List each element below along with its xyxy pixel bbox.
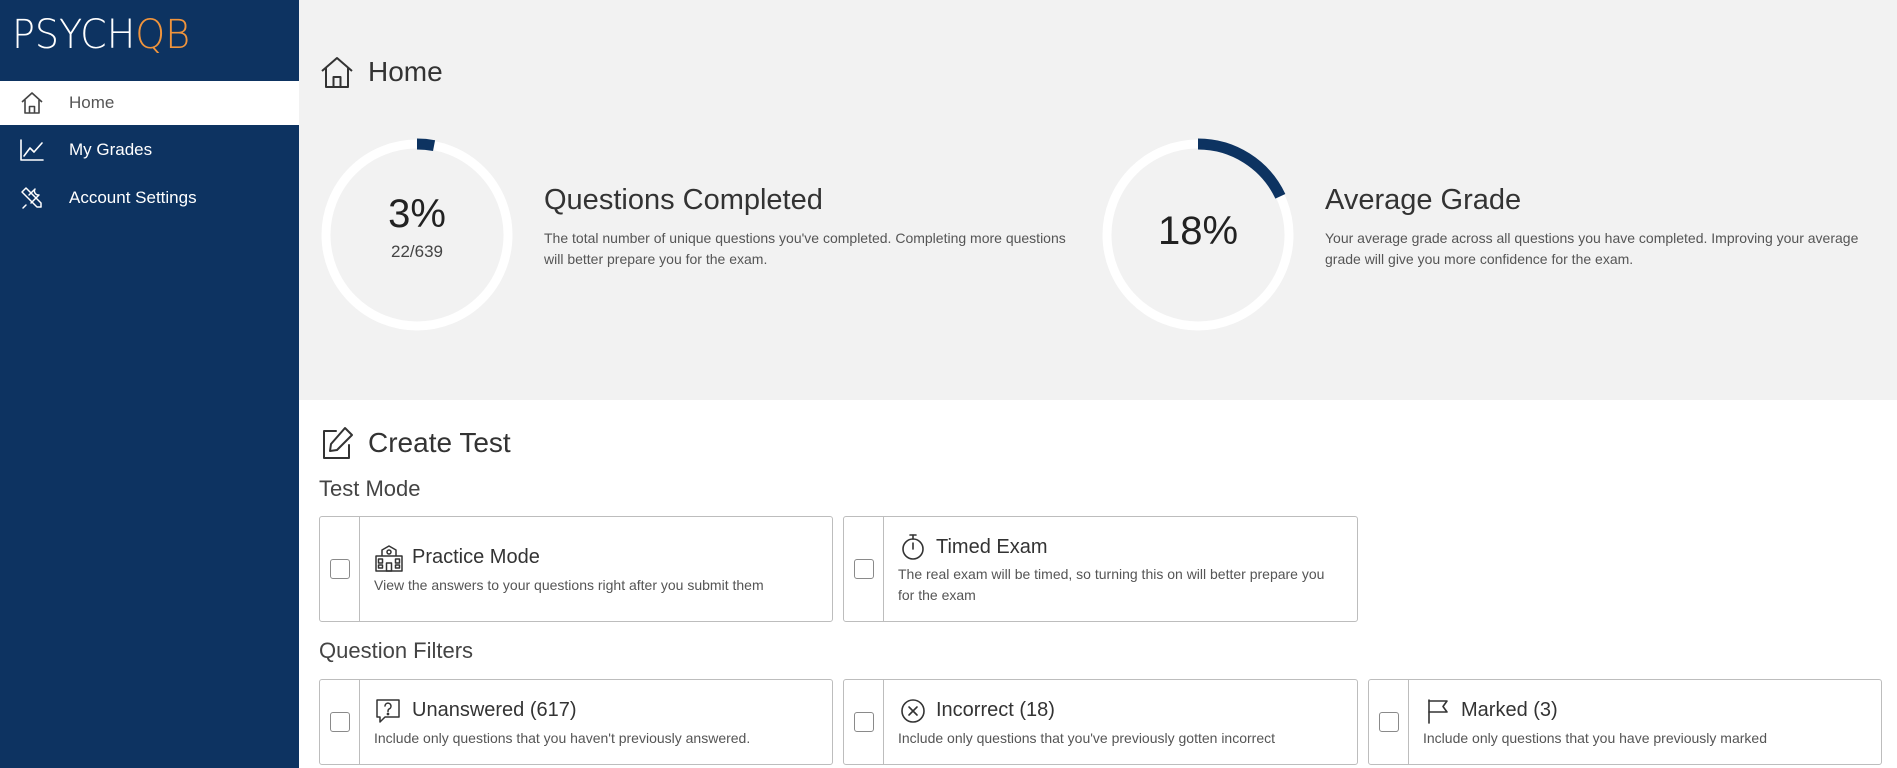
option-description: Include only questions that you haven't … <box>374 729 751 746</box>
sidebar-item-my-grades[interactable]: My Grades <box>0 128 299 172</box>
checkbox-cell <box>844 517 884 621</box>
option-body: Unanswered (617) Include only questions … <box>360 680 764 764</box>
description-line: The total number of unique questions you… <box>544 230 1066 246</box>
option-title-row: Unanswered (617) <box>374 696 750 726</box>
flag-icon <box>1423 696 1453 726</box>
description-line: Your average grade across all questions … <box>1325 230 1859 246</box>
chart-line-icon <box>16 134 48 166</box>
practice-mode-option[interactable]: Practice Mode View the answers to your q… <box>319 516 833 622</box>
average-grade-percent: 18% <box>1157 209 1239 253</box>
sidebar-item-account-settings[interactable]: Account Settings <box>0 176 299 220</box>
option-title: Marked (3) <box>1461 699 1558 721</box>
sidebar-item-label: Home <box>69 93 115 112</box>
option-title-row: Incorrect (18) <box>898 696 1275 726</box>
practice-mode-checkbox[interactable] <box>329 559 350 579</box>
page-title: Home <box>368 56 443 87</box>
create-test-panel: Create Test Test Mode Practice Mode View… <box>299 400 1897 768</box>
option-title: Incorrect (18) <box>936 699 1055 721</box>
checkbox-cell <box>1369 680 1409 764</box>
option-title: Practice Mode <box>412 546 540 568</box>
description-line: grade will give you more confidence for … <box>1325 251 1634 267</box>
option-title: Unanswered (617) <box>412 699 577 721</box>
question-filters-heading: Question Filters <box>319 638 474 663</box>
questions-completed-fraction: 22/639 <box>391 242 443 261</box>
tools-icon <box>16 182 48 214</box>
stopwatch-icon <box>898 532 928 562</box>
option-description: View the answers to your questions right… <box>374 576 764 593</box>
sidebar: PSYCHQB Home My Grades Account Settings <box>0 0 299 768</box>
option-body: Marked (3) Include only questions that y… <box>1409 680 1781 764</box>
option-title-row: Marked (3) <box>1423 696 1767 726</box>
option-body: Timed Exam The real exam will be timed, … <box>884 517 1338 621</box>
timed-exam-checkbox[interactable] <box>853 559 874 579</box>
marked-checkbox[interactable] <box>1378 712 1399 732</box>
description-line: The real exam will be timed, so turning … <box>898 566 1325 582</box>
option-title: Timed Exam <box>936 535 1048 558</box>
questions-completed-ring: 3% 22/639 <box>319 137 515 333</box>
home-stats-panel: Home 3% 22/639 Questions Completed The t… <box>299 0 1897 400</box>
option-body: Practice Mode View the answers to your q… <box>360 517 778 621</box>
average-grade-description: Your average grade across all questions … <box>1325 228 1858 270</box>
sidebar-item-label: My Grades <box>69 140 153 159</box>
option-description: The real exam will be timed, so turning … <box>898 564 1324 606</box>
questions-completed-percent: 3% <box>388 192 446 236</box>
option-body: Incorrect (18) Include only questions th… <box>884 680 1289 764</box>
sidebar-item-label: Account Settings <box>69 188 197 207</box>
section-title: Create Test <box>368 427 511 458</box>
app-logo[interactable]: PSYCHQB <box>12 12 190 58</box>
checkbox-cell <box>844 680 884 764</box>
logo-accent: QB <box>135 12 191 58</box>
sidebar-item-home[interactable]: Home <box>0 81 299 125</box>
checkbox-cell <box>320 680 360 764</box>
questions-completed-title: Questions Completed <box>544 184 823 216</box>
school-icon <box>374 543 404 573</box>
timed-exam-option[interactable]: Timed Exam The real exam will be timed, … <box>843 516 1358 622</box>
incorrect-checkbox[interactable] <box>853 712 874 732</box>
filter-marked-option[interactable]: Marked (3) Include only questions that y… <box>1368 679 1882 765</box>
home-header: Home <box>318 53 443 91</box>
home-icon <box>16 87 48 119</box>
create-test-header: Create Test <box>318 424 511 462</box>
option-title-row: Practice Mode <box>374 543 764 573</box>
filter-unanswered-option[interactable]: Unanswered (617) Include only questions … <box>319 679 833 765</box>
logo-main: PSYCH <box>12 12 136 58</box>
edit-icon <box>318 424 356 462</box>
checkbox-cell <box>320 517 360 621</box>
average-grade-ring: 18% <box>1100 137 1296 333</box>
home-icon <box>318 53 356 91</box>
unanswered-checkbox[interactable] <box>329 712 350 732</box>
option-description: Include only questions that you have pre… <box>1423 729 1767 746</box>
questions-completed-description: The total number of unique questions you… <box>544 228 1066 270</box>
option-description: Include only questions that you've previ… <box>898 729 1276 746</box>
test-mode-heading: Test Mode <box>319 476 421 501</box>
filter-incorrect-option[interactable]: Incorrect (18) Include only questions th… <box>843 679 1358 765</box>
description-line: for the exam <box>898 587 976 603</box>
option-title-row: Timed Exam <box>898 532 1324 562</box>
description-line: will better prepare you for the exam. <box>544 251 768 267</box>
average-grade-title: Average Grade <box>1325 184 1522 216</box>
x-circle-icon <box>898 696 928 726</box>
question-bubble-icon <box>374 696 402 726</box>
